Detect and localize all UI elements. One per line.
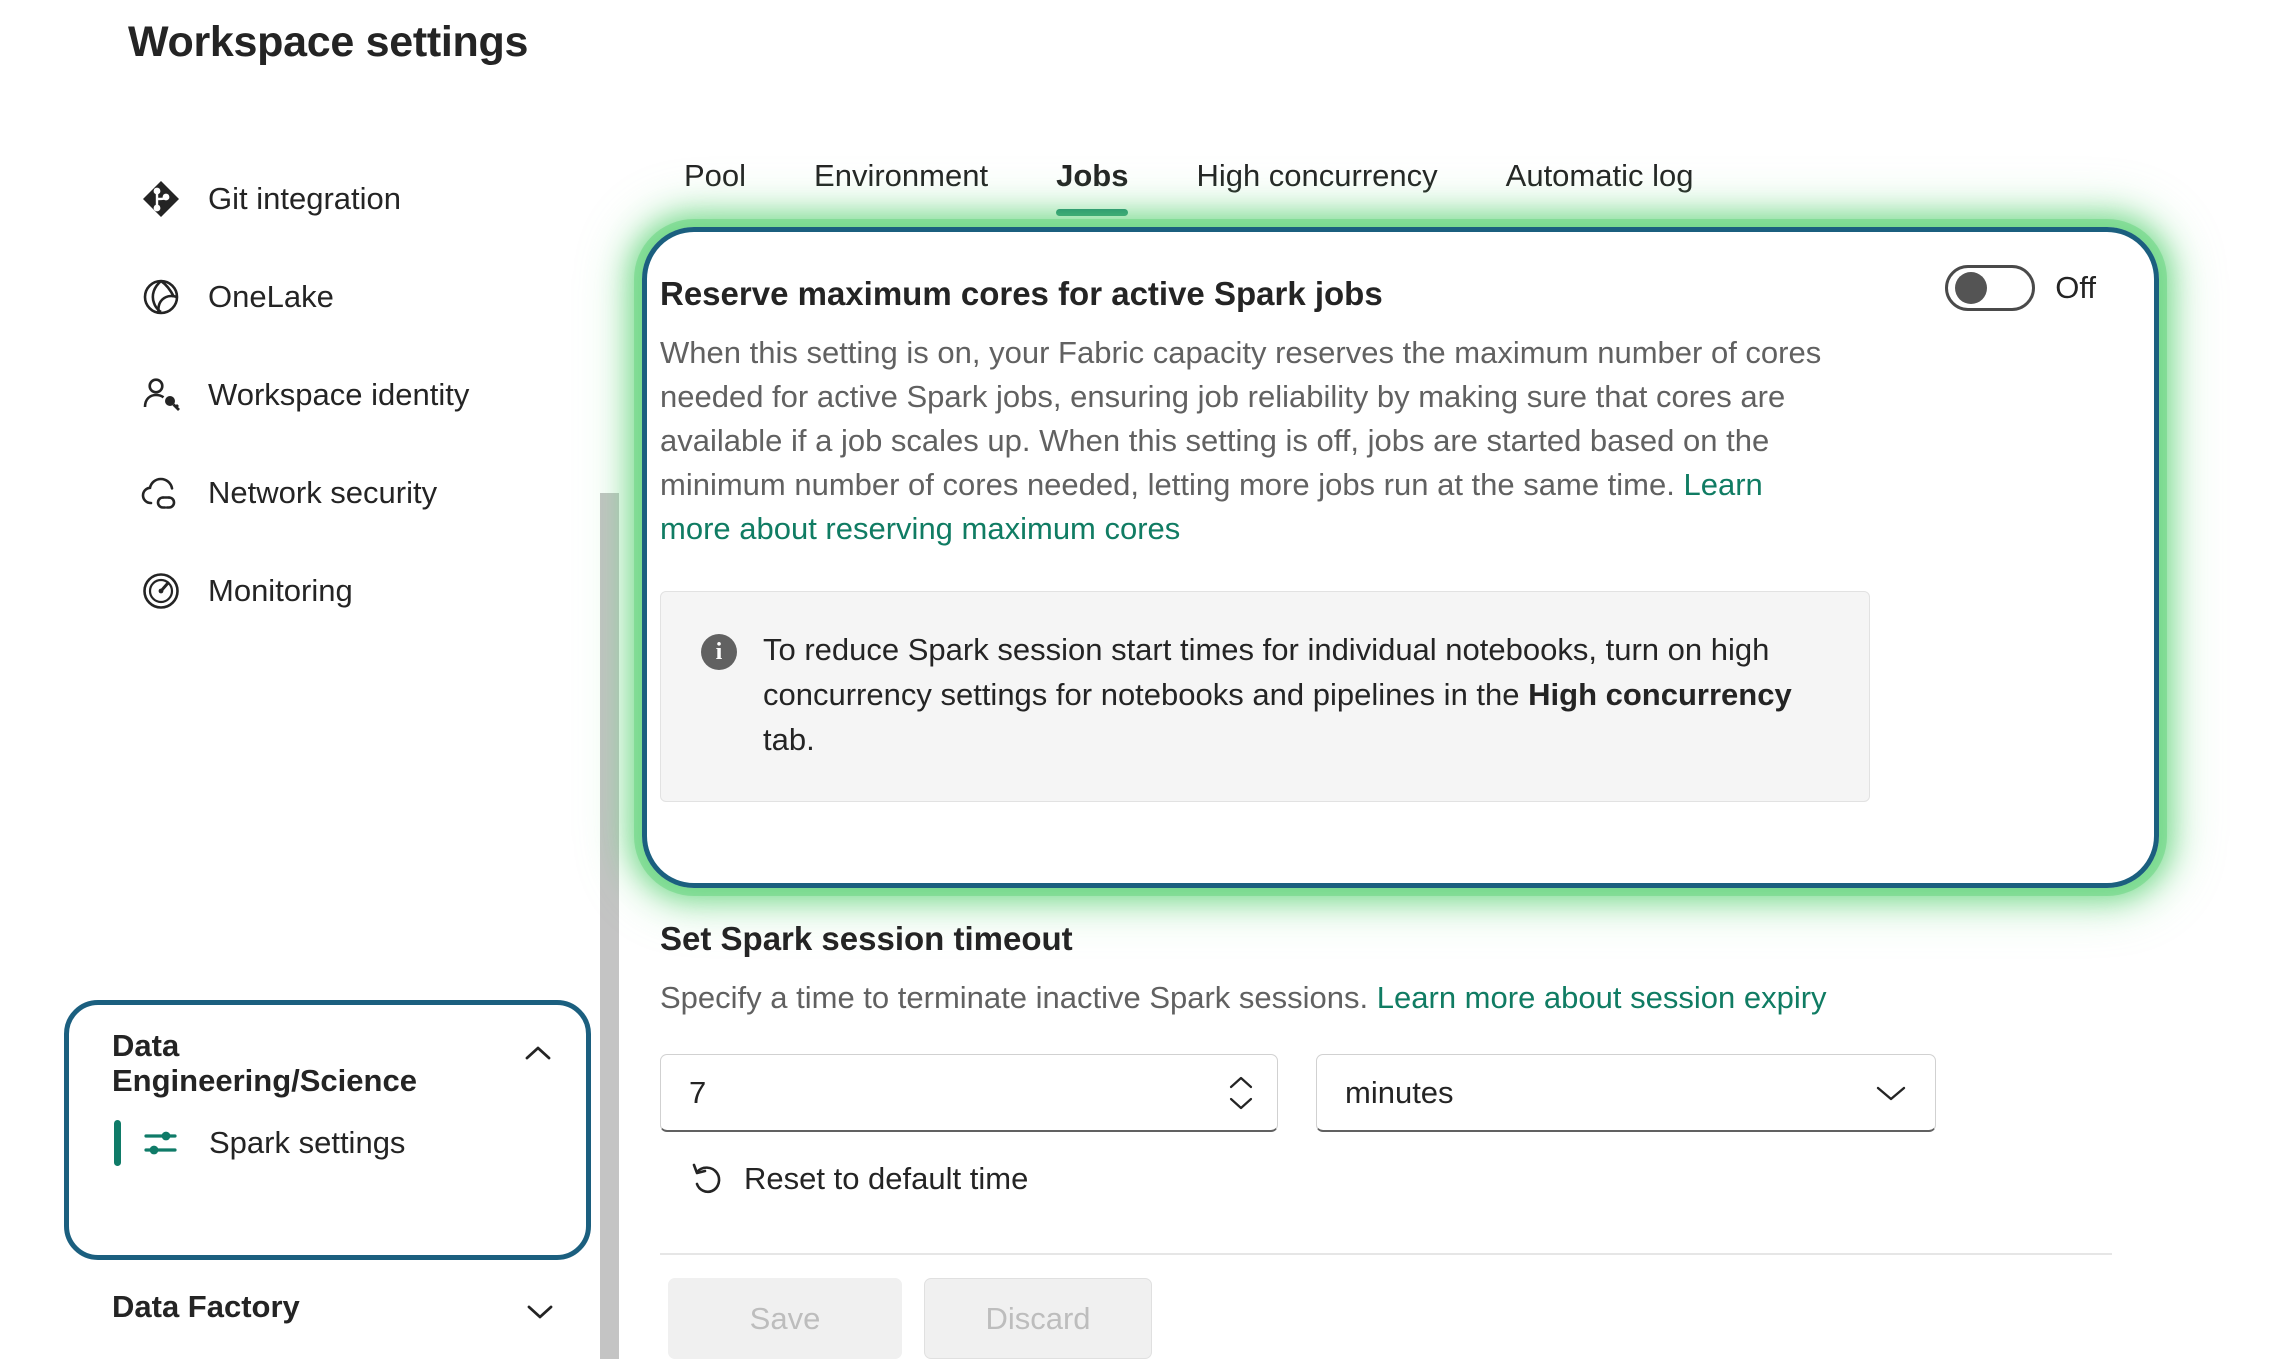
sidebar-item-monitoring[interactable]: Monitoring bbox=[140, 542, 600, 640]
undo-arrow-icon bbox=[688, 1160, 726, 1198]
spark-session-timeout-section: Set Spark session timeout Specify a time… bbox=[660, 920, 2130, 1198]
sliders-icon bbox=[141, 1123, 181, 1163]
chevron-down-icon[interactable] bbox=[1873, 1082, 1909, 1104]
timeout-title: Set Spark session timeout bbox=[660, 920, 1073, 957]
sidebar-item-workspace-identity[interactable]: Workspace identity bbox=[140, 346, 600, 444]
save-button[interactable]: Save bbox=[668, 1278, 902, 1359]
sidebar-item-label: Git integration bbox=[208, 181, 401, 216]
settings-sidebar: Git integration OneLake Workspace identi… bbox=[140, 150, 600, 640]
sidebar-item-onelake[interactable]: OneLake bbox=[140, 248, 600, 346]
workspace-settings-page: Workspace settings Git integration OneLa… bbox=[0, 0, 2293, 1359]
person-key-icon bbox=[140, 374, 182, 416]
form-actions: Save Discard bbox=[668, 1278, 1152, 1359]
sidebar-group-header-data-engineering[interactable]: Data Engineering/Science bbox=[112, 1028, 555, 1098]
tab-label: Pool bbox=[684, 158, 747, 193]
content-scrollbar-thumb[interactable] bbox=[600, 493, 619, 1359]
tab-jobs[interactable]: Jobs bbox=[1022, 158, 1162, 216]
timeout-fields: 7 minutes bbox=[660, 1054, 2130, 1132]
timeout-description-text: Specify a time to terminate inactive Spa… bbox=[660, 980, 1369, 1015]
discard-button[interactable]: Discard bbox=[924, 1278, 1152, 1359]
sidebar-group-data-factory[interactable]: Data Factory bbox=[112, 1286, 557, 1328]
tab-label: Jobs bbox=[1056, 158, 1129, 193]
high-concurrency-info-box: i To reduce Spark session start times fo… bbox=[660, 591, 1870, 802]
gauge-icon bbox=[140, 570, 182, 612]
info-text-bold: High concurrency bbox=[1528, 677, 1792, 713]
setting-header: Reserve maximum cores for active Spark j… bbox=[660, 265, 2130, 313]
sidebar-item-network-security[interactable]: Network security bbox=[140, 444, 600, 542]
reset-to-default-time-label: Reset to default time bbox=[744, 1161, 1029, 1196]
chevron-up-icon[interactable] bbox=[1227, 1074, 1255, 1091]
sidebar-item-label: Spark settings bbox=[209, 1125, 406, 1161]
sidebar-item-git-integration[interactable]: Git integration bbox=[140, 150, 600, 248]
setting-description-text: When this setting is on, your Fabric cap… bbox=[660, 335, 1822, 503]
chevron-up-icon[interactable] bbox=[521, 1037, 555, 1071]
chevron-down-icon[interactable] bbox=[523, 1294, 557, 1328]
toggle-state-label: Off bbox=[2055, 270, 2096, 305]
timeout-unit-select[interactable]: minutes bbox=[1316, 1054, 1936, 1132]
tab-pool[interactable]: Pool bbox=[660, 158, 780, 216]
settings-tabs: Pool Environment Jobs High concurrency A… bbox=[660, 158, 1727, 216]
timeout-value-stepper[interactable]: 7 bbox=[660, 1054, 1278, 1132]
page-title: Workspace settings bbox=[128, 18, 529, 66]
tab-automatic-log[interactable]: Automatic log bbox=[1472, 158, 1728, 216]
content-scrollbar-track[interactable] bbox=[600, 480, 619, 1359]
sidebar-item-label: OneLake bbox=[208, 279, 334, 314]
reserve-max-cores-toggle[interactable]: Off bbox=[1945, 265, 2096, 311]
cloud-link-icon bbox=[140, 472, 182, 514]
git-branch-icon bbox=[140, 178, 182, 220]
timeout-unit-value: minutes bbox=[1345, 1074, 1454, 1110]
learn-more-session-expiry-link[interactable]: Learn more about session expiry bbox=[1377, 980, 1827, 1015]
tab-label: Environment bbox=[814, 158, 989, 193]
chevron-down-icon[interactable] bbox=[1227, 1095, 1255, 1112]
actions-divider bbox=[660, 1253, 2112, 1255]
selected-indicator-bar bbox=[114, 1120, 121, 1167]
tab-label: High concurrency bbox=[1196, 158, 1438, 193]
tab-environment[interactable]: Environment bbox=[780, 158, 1022, 216]
sidebar-item-spark-settings[interactable]: Spark settings bbox=[114, 1120, 555, 1167]
tab-high-concurrency[interactable]: High concurrency bbox=[1162, 158, 1471, 216]
reserve-max-cores-setting: Reserve maximum cores for active Spark j… bbox=[660, 265, 2130, 802]
info-text-after: tab. bbox=[763, 721, 815, 757]
sidebar-item-label: Monitoring bbox=[208, 573, 353, 608]
timeout-description: Specify a time to terminate inactive Spa… bbox=[660, 980, 2130, 1016]
timeout-value-input[interactable]: 7 bbox=[689, 1075, 1227, 1111]
setting-title: Reserve maximum cores for active Spark j… bbox=[660, 275, 1383, 312]
sidebar-group-label: Data Factory bbox=[112, 1288, 300, 1324]
tab-label: Automatic log bbox=[1505, 158, 1694, 193]
toggle-knob bbox=[1955, 272, 1988, 304]
sidebar-item-label: Network security bbox=[208, 475, 438, 510]
sidebar-group-label: Data Engineering/Science bbox=[112, 1028, 417, 1098]
setting-description: When this setting is on, your Fabric cap… bbox=[660, 331, 1825, 551]
stepper-arrows[interactable] bbox=[1227, 1074, 1255, 1112]
info-icon: i bbox=[701, 634, 737, 671]
toggle-switch[interactable] bbox=[1945, 265, 2036, 311]
info-box-text: To reduce Spark session start times for … bbox=[763, 628, 1829, 763]
sidebar-group-data-engineering: Data Engineering/Science Spark settings bbox=[64, 1003, 589, 1196]
onelake-icon bbox=[140, 276, 182, 318]
reset-to-default-time-button[interactable]: Reset to default time bbox=[688, 1160, 1028, 1198]
sidebar-item-label: Workspace identity bbox=[208, 377, 470, 412]
